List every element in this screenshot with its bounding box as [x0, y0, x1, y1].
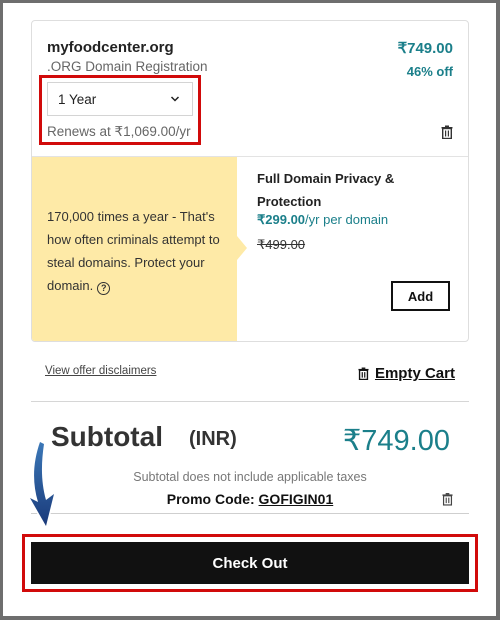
- subtotal-amount: ₹749.00: [342, 425, 450, 457]
- promo-code-label: Promo Code:: [166, 491, 259, 507]
- privacy-pitch-text: 170,000 times a year - That's how often …: [47, 205, 232, 297]
- tax-note: Subtotal does not include applicable tax…: [133, 470, 367, 484]
- privacy-pitch-panel: 170,000 times a year - That's how often …: [32, 157, 247, 341]
- add-privacy-button[interactable]: Add: [391, 281, 450, 311]
- help-icon[interactable]: ?: [97, 282, 111, 295]
- divider: [31, 513, 469, 514]
- product-type: .ORG Domain Registration: [47, 59, 208, 74]
- promo-code-row: Promo Code: GOFIGIN01: [0, 491, 500, 507]
- privacy-offer: Full Domain Privacy & Protection ₹299.00…: [257, 157, 457, 341]
- empty-cart-button[interactable]: Empty Cart: [358, 365, 455, 382]
- trash-icon[interactable]: [442, 492, 453, 506]
- checkout-button[interactable]: Check Out: [31, 542, 469, 584]
- term-annotation-highlight: [39, 75, 201, 145]
- cart-item-card: myfoodcenter.org .ORG Domain Registratio…: [31, 20, 469, 342]
- annotation-arrow-icon: [28, 440, 56, 528]
- privacy-original-price: ₹499.00: [257, 237, 306, 252]
- privacy-title: Full Domain Privacy & Protection: [257, 171, 395, 209]
- discount-badge: 46% off: [406, 64, 453, 79]
- divider: [31, 401, 469, 402]
- privacy-price-suffix: /yr per domain: [305, 212, 389, 227]
- view-offer-disclaimers-link[interactable]: View offer disclaimers: [45, 365, 156, 377]
- empty-cart-label: Empty Cart: [374, 365, 455, 382]
- pitch-text: 170,000 times a year - That's how often …: [47, 209, 220, 293]
- item-price: ₹749.00: [397, 40, 453, 57]
- subtotal-currency: (INR): [189, 428, 237, 450]
- trash-icon: [358, 367, 369, 380]
- domain-name: myfoodcenter.org: [47, 39, 174, 56]
- privacy-price-amount: ₹299.00: [257, 212, 306, 227]
- privacy-price: ₹299.00/yr per domain: [257, 212, 388, 228]
- promo-code-link[interactable]: GOFIGIN01: [259, 491, 334, 507]
- pointer-arrow: [237, 236, 247, 260]
- trash-icon[interactable]: [441, 125, 453, 139]
